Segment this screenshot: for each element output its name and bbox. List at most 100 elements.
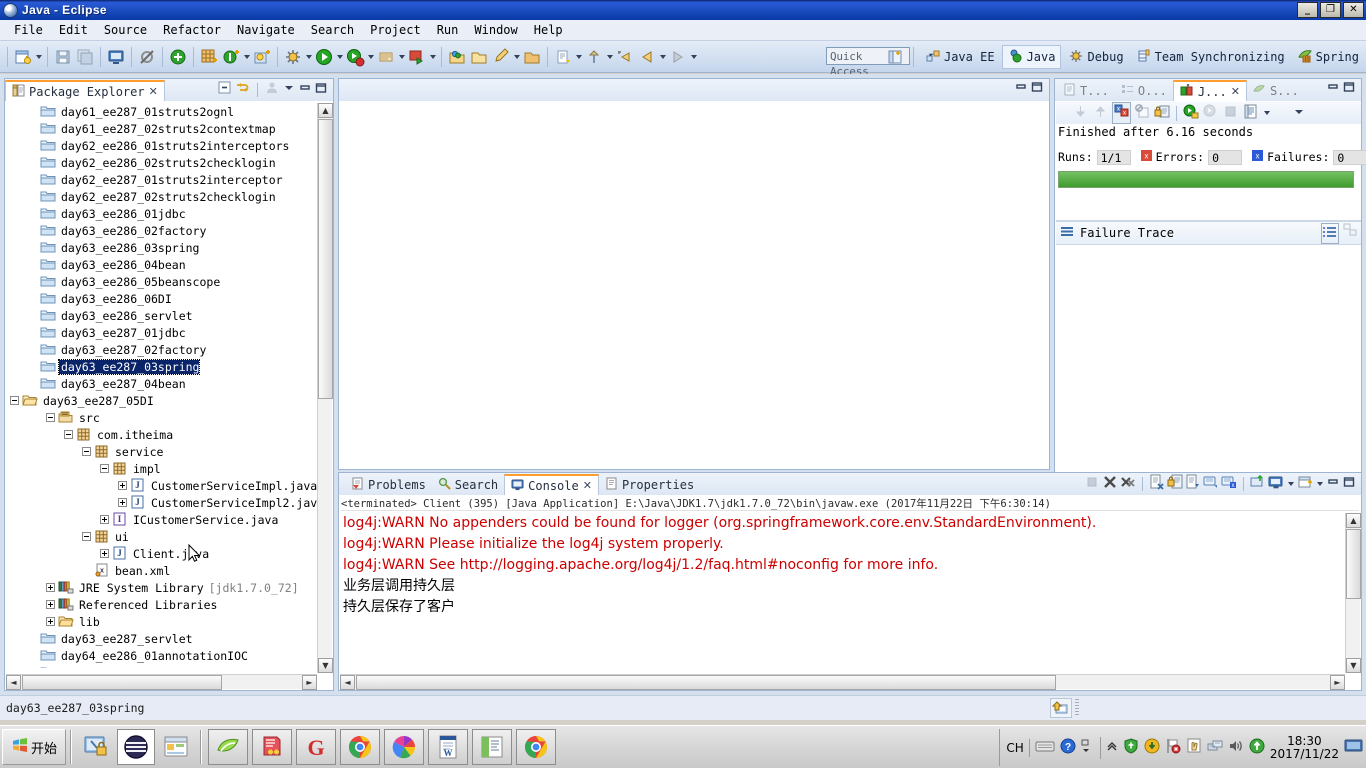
collapse-icon[interactable] (82, 532, 91, 541)
previous-annotation-dropdown-icon[interactable] (605, 47, 614, 67)
tree-item[interactable]: Referenced Libraries (6, 596, 318, 613)
open-console-dropdown-icon[interactable] (1297, 474, 1313, 493)
tab-properties[interactable]: Properties (599, 474, 700, 495)
collapse-icon[interactable] (46, 413, 55, 422)
taskbar-window-chrome[interactable] (340, 729, 380, 765)
show-hidden-icons-chevron[interactable] (1106, 739, 1118, 756)
show-failures-only-icon[interactable]: xx (1112, 102, 1131, 124)
console-vscrollbar[interactable]: ▲ ▼ (1345, 513, 1361, 673)
tree-item-label[interactable]: day62_ee286_02struts2checklogin (59, 156, 276, 170)
menu-item-source[interactable]: Source (96, 21, 155, 39)
tree-item[interactable]: day61_ee287_02struts2contextmap (6, 120, 318, 137)
tree-item-label[interactable]: ICustomerService.java (131, 513, 278, 527)
tree-item[interactable]: day63_ee286_04bean (6, 256, 318, 273)
scroll-lock-icon[interactable] (1167, 474, 1183, 493)
forward-icon[interactable] (668, 47, 688, 67)
menu-item-search[interactable]: Search (303, 21, 362, 39)
run-last-tool-icon[interactable] (376, 47, 396, 67)
stop-icon[interactable] (1222, 103, 1239, 123)
rerun-failed-icon[interactable] (1202, 103, 1219, 123)
tree-item[interactable]: service (6, 443, 318, 460)
taskbar-window-eclipse[interactable] (472, 729, 512, 765)
open-console-icon[interactable] (1250, 474, 1266, 493)
external-tools-dropdown-icon[interactable] (428, 47, 437, 67)
tree-item-label[interactable]: day62_ee287_01struts2interceptor (59, 173, 283, 187)
tab-outline[interactable]: O... (1115, 80, 1173, 101)
tree-item[interactable]: day62_ee286_02struts2checklogin (6, 154, 318, 171)
shield-green-icon[interactable] (1123, 738, 1139, 757)
taskbar-window-360-browser[interactable] (384, 729, 424, 765)
junit-results-tree[interactable] (1056, 195, 1361, 221)
quicklaunch-explorer-window[interactable] (157, 729, 195, 765)
clear-console-icon[interactable] (1149, 474, 1165, 493)
previous-annotation-icon[interactable] (584, 47, 604, 67)
scroll-down-button[interactable]: ▼ (1346, 658, 1361, 673)
maximize-icon[interactable] (1030, 80, 1044, 97)
menu-item-help[interactable]: Help (526, 21, 571, 39)
new-java-project-icon[interactable] (199, 47, 219, 67)
open-repository-icon[interactable] (522, 47, 542, 67)
taskbar-window-navicat[interactable] (208, 729, 248, 765)
tree-item[interactable]: lib (6, 613, 318, 630)
scroll-thumb[interactable] (1346, 529, 1361, 599)
show-desktop-icon[interactable] (1344, 738, 1364, 757)
next-failure-icon[interactable] (1072, 103, 1089, 123)
tree-item[interactable]: day63_ee286_03spring (6, 239, 318, 256)
tree-item[interactable]: day63_ee286_05beanscope (6, 273, 318, 290)
tree-item-label[interactable]: day63_ee286_04bean (59, 258, 186, 272)
external-tools-icon[interactable] (407, 47, 427, 67)
tab-console[interactable]: Console ✕ (504, 474, 599, 495)
tree-item-label[interactable]: CustomerServiceImpl2.java (149, 496, 318, 510)
scroll-left-button[interactable]: ◄ (340, 675, 355, 690)
scroll-right-button[interactable]: ► (302, 675, 317, 690)
update-arrow-icon[interactable] (1249, 738, 1265, 757)
back-dropdown-icon[interactable] (658, 47, 667, 67)
ime-indicator[interactable]: CH ? (1006, 738, 1090, 757)
tree-item[interactable]: JRE System Library [jdk1.7.0_72] (6, 579, 318, 596)
download-manager-icon[interactable] (1144, 738, 1160, 757)
filter-stack-trace-icon[interactable] (1321, 222, 1339, 244)
open-task-icon[interactable] (469, 47, 489, 67)
tree-item[interactable]: x bean.xml (6, 562, 318, 579)
taskbar-window-gg-app[interactable]: G (296, 729, 336, 765)
close-button[interactable]: ✕ (1343, 2, 1364, 18)
run-coverage-icon[interactable] (345, 47, 365, 67)
expand-icon[interactable] (100, 515, 109, 524)
run-last-tool-dropdown-icon[interactable] (397, 47, 406, 67)
taskbar-window-notepadpp[interactable] (252, 729, 292, 765)
tree-item-label[interactable]: day63_ee287_03spring (57, 358, 201, 375)
tree-item[interactable]: day61_ee287_01struts2ognl (6, 103, 318, 120)
scroll-up-button[interactable]: ▲ (1346, 513, 1361, 528)
debug-icon[interactable] (283, 47, 303, 67)
scroll-thumb-h[interactable] (356, 675, 1056, 690)
tree-item[interactable]: day64_ee286_01annotationIOC (6, 647, 318, 664)
rerun-test-icon[interactable] (1182, 103, 1199, 123)
expand-icon[interactable] (100, 549, 109, 558)
tree-item[interactable]: impl (6, 460, 318, 477)
tree-item-label[interactable]: day62_ee286_01struts2interceptors (59, 139, 289, 153)
tree-item[interactable]: day62_ee286_01struts2interceptors (6, 137, 318, 154)
previous-failure-icon[interactable] (1092, 103, 1109, 123)
tree-item-label[interactable]: day61_ee287_01struts2ognl (59, 105, 234, 119)
tree-item-label[interactable]: day63_ee287_servlet (59, 632, 193, 646)
back-icon[interactable] (637, 47, 657, 67)
menu-item-window[interactable]: Window (466, 21, 525, 39)
tree-item[interactable]: day63_ee287_04bean (6, 375, 318, 392)
next-annotation-dropdown-icon[interactable] (574, 47, 583, 67)
collapse-icon[interactable] (64, 430, 73, 439)
debug-dropdown-icon[interactable] (304, 47, 313, 67)
view-menu-icon[interactable] (282, 81, 296, 98)
new-task-dropdown-icon[interactable] (512, 47, 521, 67)
skip-breakpoints-icon[interactable] (137, 47, 157, 67)
maximize-icon[interactable] (1342, 475, 1356, 492)
tree-item[interactable]: J Client.java (6, 545, 318, 562)
expand-icon[interactable] (118, 481, 127, 490)
tree-item[interactable]: day63_ee286_06DI (6, 290, 318, 307)
run-external-tools-icon[interactable] (168, 47, 188, 67)
expand-icon[interactable] (118, 498, 127, 507)
perspective-java[interactable]: Java (1001, 45, 1062, 69)
collapse-icon[interactable] (100, 464, 109, 473)
new-task-icon[interactable] (491, 47, 511, 67)
tab-problems[interactable]: Problems (345, 474, 432, 495)
tree-item-label[interactable]: ui (113, 530, 129, 544)
